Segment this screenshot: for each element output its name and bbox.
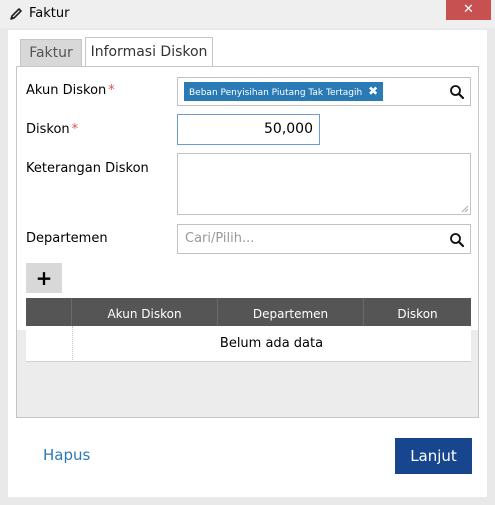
add-row-button[interactable]: +	[26, 263, 62, 293]
akun-diskon-label: Akun Diskon *	[26, 83, 115, 98]
pencil-icon	[10, 8, 22, 20]
diskon-label: Diskon *	[26, 122, 78, 137]
selected-account-tag: Beban Penyisihan Piutang Tak Tertagih ✖	[184, 82, 384, 101]
window-title: Faktur	[29, 6, 70, 21]
departemen-placeholder: Cari/Pilih...	[185, 231, 255, 246]
keterangan-label: Keterangan Diskon	[26, 161, 149, 176]
close-button[interactable]: ✕	[446, 0, 491, 20]
required-mark: *	[108, 83, 115, 98]
tab-informasi-diskon[interactable]: Informasi Diskon	[85, 37, 213, 67]
column-header-blank	[26, 298, 72, 326]
resize-grip-icon[interactable]	[461, 205, 469, 213]
diskon-input[interactable]: 50,000	[177, 114, 320, 145]
search-icon[interactable]	[449, 84, 465, 100]
selected-account-text: Beban Penyisihan Piutang Tak Tertagih	[189, 88, 363, 98]
title-bar: Faktur ✕	[0, 0, 495, 28]
required-mark: *	[71, 122, 79, 137]
next-button[interactable]: Lanjut	[395, 438, 472, 474]
column-header-diskon[interactable]: Diskon	[364, 298, 471, 326]
empty-table-message: Belum ada data	[219, 336, 324, 351]
departemen-label: Departemen	[26, 231, 108, 246]
column-header-departemen[interactable]: Departemen	[218, 298, 364, 326]
akun-diskon-label-text: Akun Diskon	[26, 83, 107, 98]
tab-faktur[interactable]: Faktur	[20, 39, 82, 66]
search-icon[interactable]	[449, 232, 465, 248]
diskon-label-text: Diskon	[26, 122, 70, 137]
remove-tag-icon[interactable]: ✖	[368, 84, 378, 98]
dialog-window: Faktur ✕ Faktur Informasi Diskon Akun Di…	[0, 0, 495, 505]
keterangan-textarea[interactable]	[177, 153, 471, 215]
column-header-akun-diskon[interactable]: Akun Diskon	[72, 298, 218, 326]
delete-link[interactable]: Hapus	[43, 446, 90, 464]
table-header: Akun Diskon Departemen Diskon	[26, 298, 471, 326]
table-body: Belum ada data	[26, 326, 471, 362]
